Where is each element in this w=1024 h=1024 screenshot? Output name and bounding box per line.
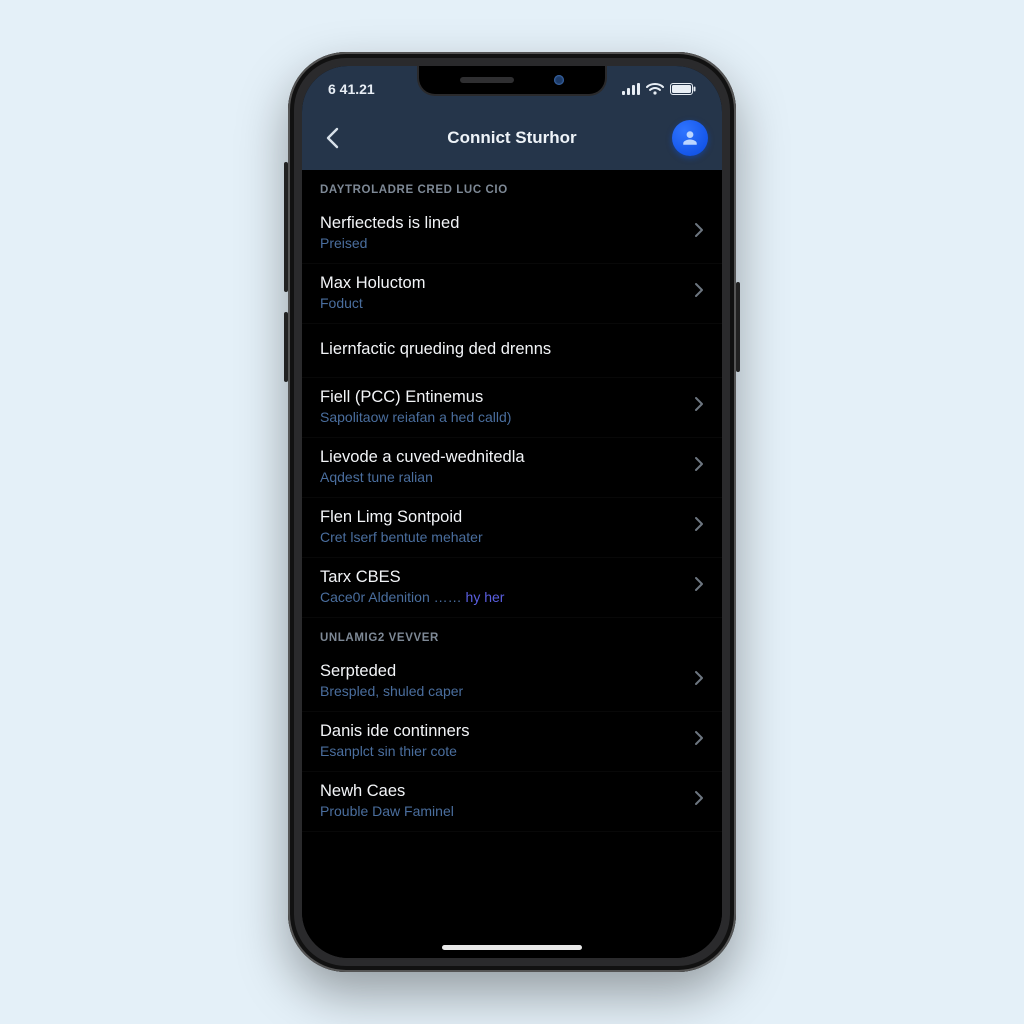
- chevron-right-icon: [694, 730, 704, 751]
- front-camera: [554, 75, 564, 85]
- list-item[interactable]: Max Holuctom Foduct: [302, 264, 722, 324]
- section-header: UNLAMIG2 VEVVER: [302, 618, 722, 652]
- battery-icon: [670, 83, 696, 95]
- list-item-title: Newh Caes: [320, 782, 686, 801]
- list-item-title: Serpteded: [320, 662, 686, 681]
- cellular-signal-icon: [622, 83, 640, 95]
- list-item-subtitle: Sapolitaow reiafan a hed calld): [320, 409, 686, 425]
- list-item-subtitle: Brespled, shuled caper: [320, 683, 686, 699]
- person-icon: [681, 129, 699, 147]
- list-item[interactable]: Nerfiecteds is lined Preised: [302, 204, 722, 264]
- list-item[interactable]: Newh Caes Prouble Daw Faminel: [302, 772, 722, 832]
- list-item-subtitle: Prouble Daw Faminel: [320, 803, 686, 819]
- list-item-subtitle: Esanplct sin thier cote: [320, 743, 686, 759]
- speaker-grill: [460, 77, 514, 83]
- chevron-right-icon: [694, 790, 704, 811]
- list-item-title: Lievode a cuved-wednitedla: [320, 448, 686, 467]
- status-indicators: [622, 83, 696, 95]
- phone-frame: 6 41.21 Connict Sturhor: [288, 52, 736, 972]
- list-item-title: Liernfactic qrueding ded drenns: [320, 334, 704, 365]
- list-item-title: Nerfiecteds is lined: [320, 214, 686, 233]
- chevron-right-icon: [694, 670, 704, 691]
- chevron-left-icon: [325, 127, 339, 149]
- list-item[interactable]: Serpteded Brespled, shuled caper: [302, 652, 722, 712]
- profile-avatar-button[interactable]: [672, 120, 708, 156]
- page-title: Connict Sturhor: [302, 128, 722, 148]
- section-header: DAYTROLADRE CRED LUC CIO: [302, 170, 722, 204]
- list-item-subtitle: Aqdest tune ralian: [320, 469, 686, 485]
- list-item-title: Flen Limg Sontpoid: [320, 508, 686, 527]
- settings-list: DAYTROLADRE CRED LUC CIO Nerfiecteds is …: [302, 170, 722, 958]
- phone-screen: 6 41.21 Connict Sturhor: [302, 66, 722, 958]
- list-item[interactable]: Flen Limg Sontpoid Cret lserf bentute me…: [302, 498, 722, 558]
- list-item-subtitle: Cret lserf bentute mehater: [320, 529, 686, 545]
- chevron-right-icon: [694, 222, 704, 243]
- list-item-title: Tarx CBES: [320, 568, 686, 587]
- list-item[interactable]: Liernfactic qrueding ded drenns: [302, 324, 722, 378]
- list-item[interactable]: Danis ide continners Esanplct sin thier …: [302, 712, 722, 772]
- chevron-right-icon: [694, 456, 704, 477]
- chevron-right-icon: [694, 576, 704, 597]
- list-item[interactable]: Lievode a cuved-wednitedla Aqdest tune r…: [302, 438, 722, 498]
- back-button[interactable]: [316, 122, 348, 154]
- notch: [417, 66, 607, 96]
- list-item[interactable]: Tarx CBES Cace0r Aldenition …… hy her: [302, 558, 722, 618]
- status-time: 6 41.21: [328, 81, 375, 97]
- list-item-subtitle: Foduct: [320, 295, 686, 311]
- list-item[interactable]: Fiell (PCC) Entinemus Sapolitaow reiafan…: [302, 378, 722, 438]
- list-item-title: Danis ide continners: [320, 722, 686, 741]
- list-item-subtitle: Preised: [320, 235, 686, 251]
- home-indicator[interactable]: [442, 945, 582, 950]
- list-item-title: Max Holuctom: [320, 274, 686, 293]
- chevron-right-icon: [694, 516, 704, 537]
- chevron-right-icon: [694, 282, 704, 303]
- chevron-right-icon: [694, 396, 704, 417]
- list-item-subtitle: Cace0r Aldenition …… hy her: [320, 589, 686, 605]
- wifi-icon: [646, 83, 664, 95]
- nav-bar: Connict Sturhor: [302, 112, 722, 170]
- list-item-title: Fiell (PCC) Entinemus: [320, 388, 686, 407]
